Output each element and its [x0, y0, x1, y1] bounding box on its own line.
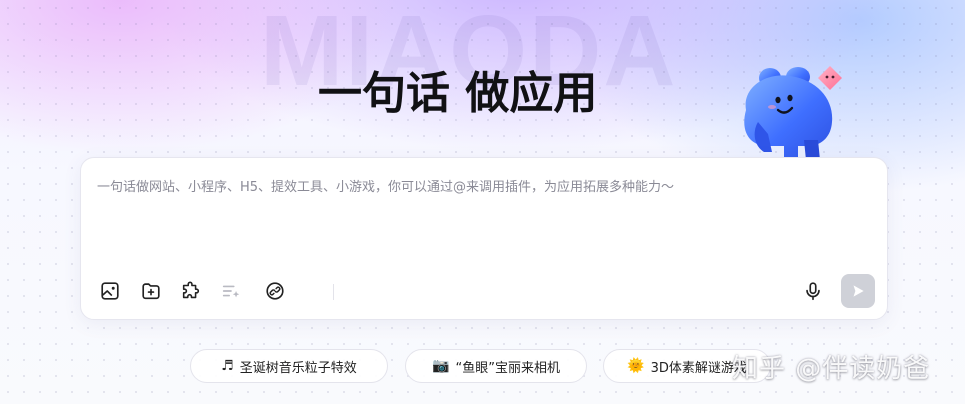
music-note-icon: ♬ [221, 358, 234, 374]
upload-image-button[interactable] [97, 278, 123, 304]
suggestion-label: “鱼眼”宝丽来相机 [455, 360, 560, 376]
suggestion-chip[interactable]: ♬ 圣诞树音乐粒子特效 [190, 349, 388, 383]
toolbar-divider [333, 284, 334, 300]
microphone-icon [806, 282, 820, 301]
plugin-icon [182, 281, 200, 299]
plugin-button[interactable] [178, 278, 204, 304]
source-watermark: 知乎 @伴读奶爸 [732, 354, 931, 384]
voice-input-button[interactable] [800, 278, 826, 304]
camera-icon: 📷 [432, 358, 450, 374]
sun-face-icon: 🌞 [627, 358, 645, 374]
suggestion-chip[interactable]: 📷 “鱼眼”宝丽来相机 [405, 349, 587, 383]
suggestion-label: 圣诞树音乐粒子特效 [239, 360, 357, 376]
add-file-button[interactable] [138, 278, 164, 304]
page-title: 一句话 做应用 [318, 68, 598, 119]
send-button[interactable] [841, 274, 875, 308]
image-icon [101, 282, 119, 300]
prompt-composer [80, 157, 888, 320]
link-icon [266, 282, 284, 300]
folder-add-icon [142, 283, 160, 300]
send-arrow-icon [853, 285, 864, 297]
link-button[interactable] [262, 278, 288, 304]
prompt-input[interactable] [97, 176, 867, 256]
prompt-enhance-button[interactable] [218, 278, 244, 304]
mascot-illustration [744, 66, 842, 160]
magic-list-icon [222, 285, 240, 298]
